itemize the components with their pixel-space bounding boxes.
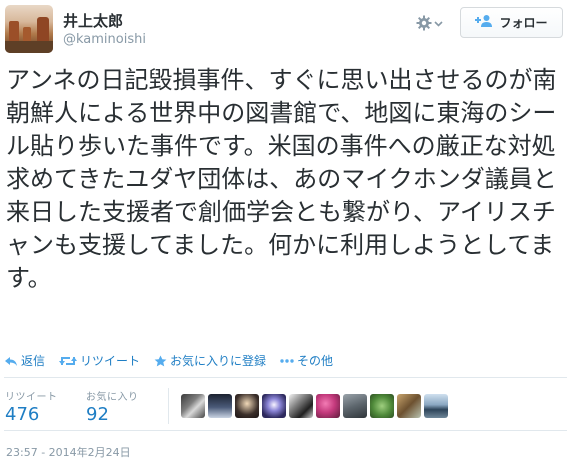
stat-separator [168, 388, 169, 424]
favoriter-avatar[interactable] [262, 394, 286, 418]
tweet-timestamp[interactable]: 23:57 - 2014年2月24日 [6, 444, 131, 460]
favoriter-avatar[interactable] [424, 394, 448, 418]
add-user-icon [475, 14, 493, 31]
favoriter-avatar[interactable] [343, 394, 367, 418]
reply-icon [4, 355, 18, 367]
follow-button[interactable]: フォロー [460, 7, 563, 38]
favoriter-avatar[interactable] [208, 394, 232, 418]
tweet-actions: 返信 リツイート お気に入りに登録 その他 [4, 352, 347, 369]
divider [4, 377, 567, 378]
favorite-count-label: お気に入り [86, 392, 139, 403]
favoriter-avatar[interactable] [235, 394, 259, 418]
retweet-count: 476 [5, 404, 40, 425]
more-label: その他 [297, 354, 334, 368]
favorite-stat[interactable]: お気に入り 92 [86, 388, 139, 426]
tweet: 井上太郎 @kaminoishi フォロー アンネの日記毀損事件、すぐに思い出さ… [0, 0, 582, 467]
favorite-count: 92 [86, 404, 109, 425]
retweet-count-label: リツイート [5, 392, 58, 403]
screen-name[interactable]: @kaminoishi [63, 32, 146, 47]
tweet-text: アンネの日記毀損事件、すぐに思い出させるのが南朝鮮人による世界中の図書館で、地図… [6, 66, 557, 292]
follow-label: フォロー [499, 16, 548, 30]
divider [4, 430, 567, 431]
favoriter-avatars [181, 394, 448, 418]
more-button[interactable]: その他 [280, 352, 333, 369]
favoriter-avatar[interactable] [397, 394, 421, 418]
favorite-label: お気に入りに登録 [170, 354, 267, 368]
favoriter-avatar[interactable] [289, 394, 313, 418]
reply-label: 返信 [21, 354, 46, 368]
favoriter-avatar[interactable] [316, 394, 340, 418]
avatar-ground [5, 41, 53, 53]
retweet-label: リツイート [80, 354, 141, 368]
favoriter-avatar[interactable] [370, 394, 394, 418]
avatar-mesa [9, 21, 19, 43]
user-actions-menu[interactable] [416, 12, 443, 34]
star-icon [154, 355, 167, 367]
retweet-button[interactable]: リツイート [59, 352, 140, 369]
gear-icon [416, 15, 432, 31]
chevron-down-icon [434, 19, 443, 28]
retweet-icon [59, 355, 78, 367]
retweet-stat[interactable]: リツイート 476 [5, 388, 58, 426]
avatar[interactable] [5, 5, 53, 53]
avatar-mesa [37, 17, 49, 43]
favoriter-avatar[interactable] [181, 394, 205, 418]
reply-button[interactable]: 返信 [4, 352, 45, 369]
favorite-button[interactable]: お気に入りに登録 [154, 352, 266, 369]
more-icon [280, 358, 294, 363]
user-name[interactable]: 井上太郎 [63, 10, 123, 31]
